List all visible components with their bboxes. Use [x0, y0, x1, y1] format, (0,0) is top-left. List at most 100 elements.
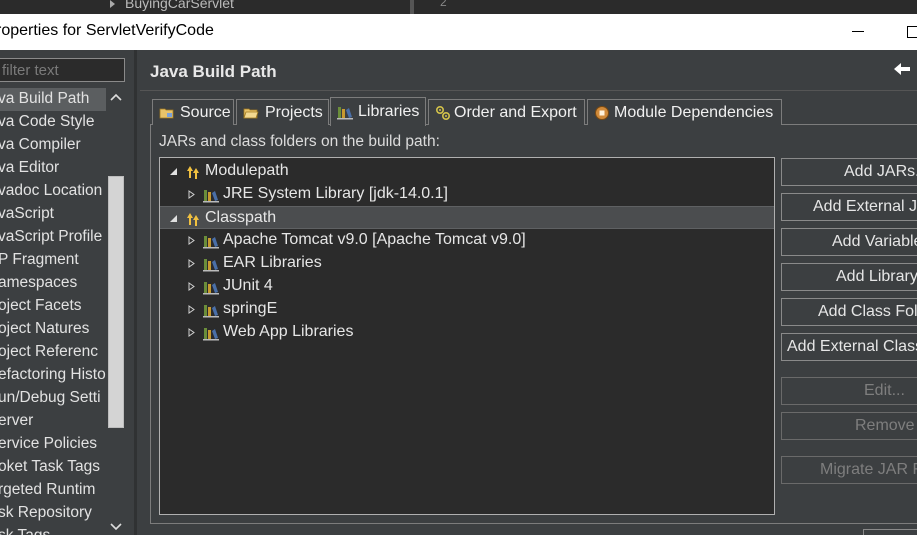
tab-module-dependencies[interactable]: Module Dependencies: [587, 99, 782, 125]
minimize-button[interactable]: [850, 14, 870, 50]
tree-expand-icon[interactable]: [187, 282, 196, 291]
tree-expand-icon[interactable]: [187, 328, 196, 337]
add-external-jars-button[interactable]: Add External JARs...: [781, 193, 917, 221]
tree-collapse-icon[interactable]: [169, 167, 178, 176]
library-icon: [203, 259, 219, 272]
tree-expand-icon[interactable]: [187, 305, 196, 314]
remove-button[interactable]: Remove: [781, 412, 917, 440]
add-jars-button[interactable]: Add JARs...: [781, 158, 917, 186]
nav-scrollbar[interactable]: [106, 88, 126, 535]
nav-item[interactable]: oject Natures: [0, 318, 106, 341]
tree-row-label: springE: [223, 300, 278, 317]
add-class-folder-button[interactable]: Add Class Folder...: [781, 298, 917, 326]
add-external-class-folder-button[interactable]: Add External Class Folder...: [781, 333, 917, 361]
nav-item-label: oket Task Tags: [0, 458, 100, 475]
maximize-button[interactable]: [902, 14, 917, 50]
background-tree-item: BuyingCarServlet: [125, 0, 234, 11]
chevron-down-icon: [110, 523, 122, 531]
nav-item-label: sk Tags: [0, 527, 50, 535]
tree-row-label: Classpath: [205, 209, 277, 226]
tree-row-label: Modulepath: [205, 162, 289, 179]
nav-item[interactable]: vaScript: [0, 203, 106, 226]
scroll-up-button[interactable]: [106, 88, 126, 108]
build-path-tree[interactable]: Modulepath JRE System Library [jdk-14.0.1…: [159, 157, 775, 515]
edit-button[interactable]: Edit...: [781, 377, 917, 405]
nav-item-label: vaScript: [0, 205, 54, 222]
tab-projects[interactable]: Projects: [236, 99, 329, 125]
order-export-icon: [435, 105, 451, 121]
nav-item[interactable]: vaScript Profile: [0, 226, 106, 249]
nav-item[interactable]: va Compiler: [0, 134, 106, 157]
nav-item-label: va Compiler: [0, 136, 81, 153]
module-icon: [595, 106, 609, 120]
nav-item[interactable]: oject Facets: [0, 295, 106, 318]
library-icon: [203, 282, 219, 295]
nav-item[interactable]: amespaces: [0, 272, 106, 295]
nav-item[interactable]: va Editor: [0, 157, 106, 180]
back-button[interactable]: [891, 58, 913, 80]
tree-row-label: Apache Tomcat v9.0 [Apache Tomcat v9.0]: [223, 231, 526, 248]
library-icon: [203, 328, 219, 341]
header-divider: [140, 90, 917, 91]
nav-item[interactable]: erver: [0, 410, 106, 433]
nav-item[interactable]: ervice Policies: [0, 433, 106, 456]
tree-row[interactable]: Classpath: [160, 206, 774, 229]
tab-source[interactable]: Source: [152, 99, 234, 125]
tree-collapse-icon[interactable]: [169, 214, 178, 223]
nav-item-label: rgeted Runtim: [0, 481, 96, 498]
nav-item[interactable]: oket Task Tags: [0, 456, 106, 479]
nav-item-label: oject Natures: [0, 320, 90, 337]
nav-item-label: vaScript Profile: [0, 228, 103, 245]
tab-frame-bottom: [150, 523, 917, 524]
panel-divider[interactable]: [134, 50, 137, 535]
nav-item[interactable]: vadoc Location: [0, 180, 106, 203]
tree-row[interactable]: EAR Libraries: [160, 252, 774, 275]
nav-item[interactable]: sk Repository: [0, 502, 106, 525]
tree-expand-icon: [110, 0, 115, 8]
tree-row[interactable]: Web App Libraries: [160, 321, 774, 344]
nav-item-label: erver: [0, 412, 34, 429]
nav-item[interactable]: sk Tags: [0, 525, 106, 535]
tree-expand-icon[interactable]: [187, 190, 196, 199]
back-arrow-icon: [894, 63, 910, 75]
source-folder-icon: [159, 108, 174, 119]
tree-row[interactable]: springE: [160, 298, 774, 321]
maximize-icon: [907, 26, 917, 38]
migrate-jar-button[interactable]: Migrate JAR File...: [781, 456, 917, 484]
background-line-number: 2: [440, 0, 447, 9]
nav-item-label: un/Debug Setti: [0, 389, 101, 406]
tree-row[interactable]: Apache Tomcat v9.0 [Apache Tomcat v9.0]: [160, 229, 774, 252]
add-variable-button[interactable]: Add Variable...: [781, 228, 917, 256]
nav-item[interactable]: un/Debug Setti: [0, 387, 106, 410]
nav-item[interactable]: va Code Style: [0, 111, 106, 134]
tree-expand-icon[interactable]: [187, 236, 196, 245]
library-icon: [203, 236, 219, 249]
nav-item-label: va Code Style: [0, 113, 95, 130]
library-icon: [337, 107, 353, 120]
nav-item[interactable]: oject Referenc: [0, 341, 106, 364]
nav-item[interactable]: P Fragment: [0, 249, 106, 272]
filter-input[interactable]: [0, 58, 125, 82]
nav-item[interactable]: efactoring Histo: [0, 364, 106, 387]
nav-item-label: P Fragment: [0, 251, 79, 268]
tree-row[interactable]: JRE System Library [jdk-14.0.1]: [160, 183, 774, 206]
tree-expand-icon[interactable]: [187, 259, 196, 268]
projects-icon: [243, 108, 259, 119]
scrollbar-thumb[interactable]: [108, 176, 124, 428]
tree-row[interactable]: Modulepath: [160, 160, 774, 183]
nav-item[interactable]: rgeted Runtim: [0, 479, 106, 502]
scroll-down-button[interactable]: [106, 518, 126, 535]
background-divider: [410, 0, 414, 14]
tree-row-label: JUnit 4: [223, 277, 273, 294]
nav-item-label: ervice Policies: [0, 435, 98, 452]
tab-order-and-export[interactable]: Order and Export: [428, 99, 585, 125]
add-library-button[interactable]: Add Library...: [781, 263, 917, 291]
nav-item-label: oject Referenc: [0, 343, 98, 360]
nav-item[interactable]: va Build Path: [0, 88, 106, 111]
nav-item-label: va Editor: [0, 159, 60, 176]
tab-libraries[interactable]: Libraries: [330, 97, 426, 126]
tree-row[interactable]: JUnit 4: [160, 275, 774, 298]
nav-item-label: sk Repository: [0, 504, 92, 521]
nav-item-label: vadoc Location: [0, 182, 103, 199]
window-title: roperties for ServletVerifyCode: [0, 22, 214, 39]
